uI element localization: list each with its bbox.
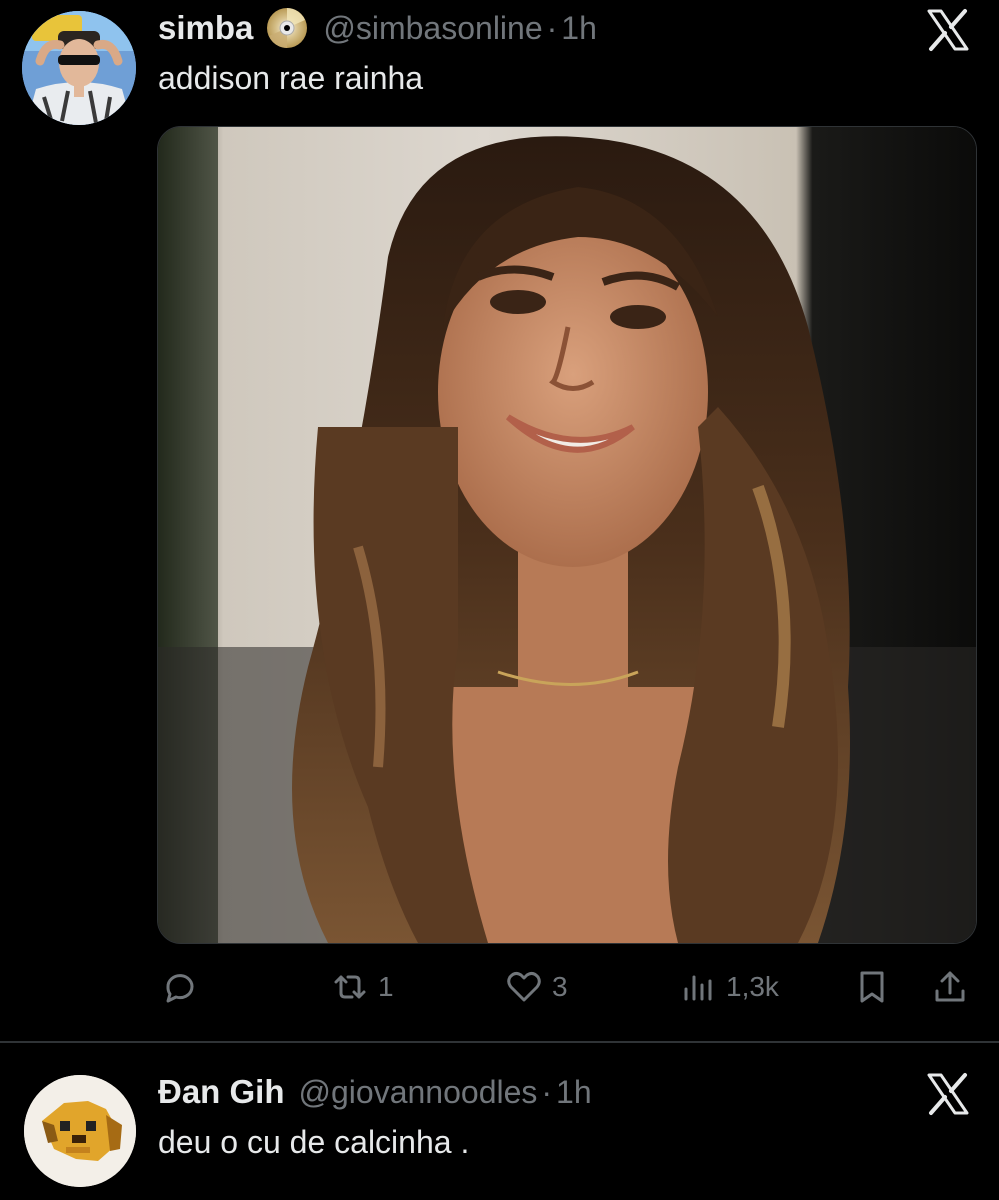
reply-text: deu o cu de calcinha . [158,1124,470,1160]
share-icon [935,971,965,1002]
separator-dot: · [546,9,558,46]
timestamp[interactable]: 1h [556,1074,592,1111]
reply-icon [166,974,194,1003]
tweet-actions: 1 3 1,3k [158,962,976,1012]
like-button[interactable]: 3 [504,962,568,1012]
display-name[interactable]: simba [158,9,253,47]
tweet-text: addison rae rainha [158,60,424,96]
views-chart-icon [684,975,712,1001]
divider [0,1041,999,1043]
retweet-icon [334,975,366,999]
share-button[interactable] [930,962,970,1012]
tweet-photo[interactable] [157,126,977,944]
bookmark-icon [860,971,884,1003]
user-handle[interactable]: @simbasonline [323,10,542,47]
retweet-count: 1 [378,971,394,1002]
like-count: 3 [552,971,568,1002]
avatar[interactable] [22,11,136,125]
tweet-header: simba @simbasonline · 1h [158,6,597,50]
views-button[interactable]: 1,3k [678,962,779,1012]
display-name[interactable]: Đan Gih [158,1073,285,1111]
views-count: 1,3k [726,971,779,1002]
bookmark-button[interactable] [852,962,892,1012]
separator-dot: · [541,1073,553,1110]
tweet[interactable]: simba @simbasonline · 1h addison rae rai… [0,0,999,1040]
reply-header: Đan Gih @giovannoodles · 1h [158,1070,592,1114]
x-logo-icon [926,1072,970,1116]
avatar[interactable] [24,1075,136,1187]
reply-tweet[interactable] [0,1044,999,1200]
reply-button[interactable] [160,962,208,1012]
timestamp[interactable]: 1h [561,10,597,47]
retweet-button[interactable]: 1 [330,962,394,1012]
user-handle[interactable]: @giovannoodles [299,1074,538,1111]
heart-icon [507,971,541,1002]
x-logo-icon [926,8,970,52]
cd-disc-icon [265,6,309,50]
